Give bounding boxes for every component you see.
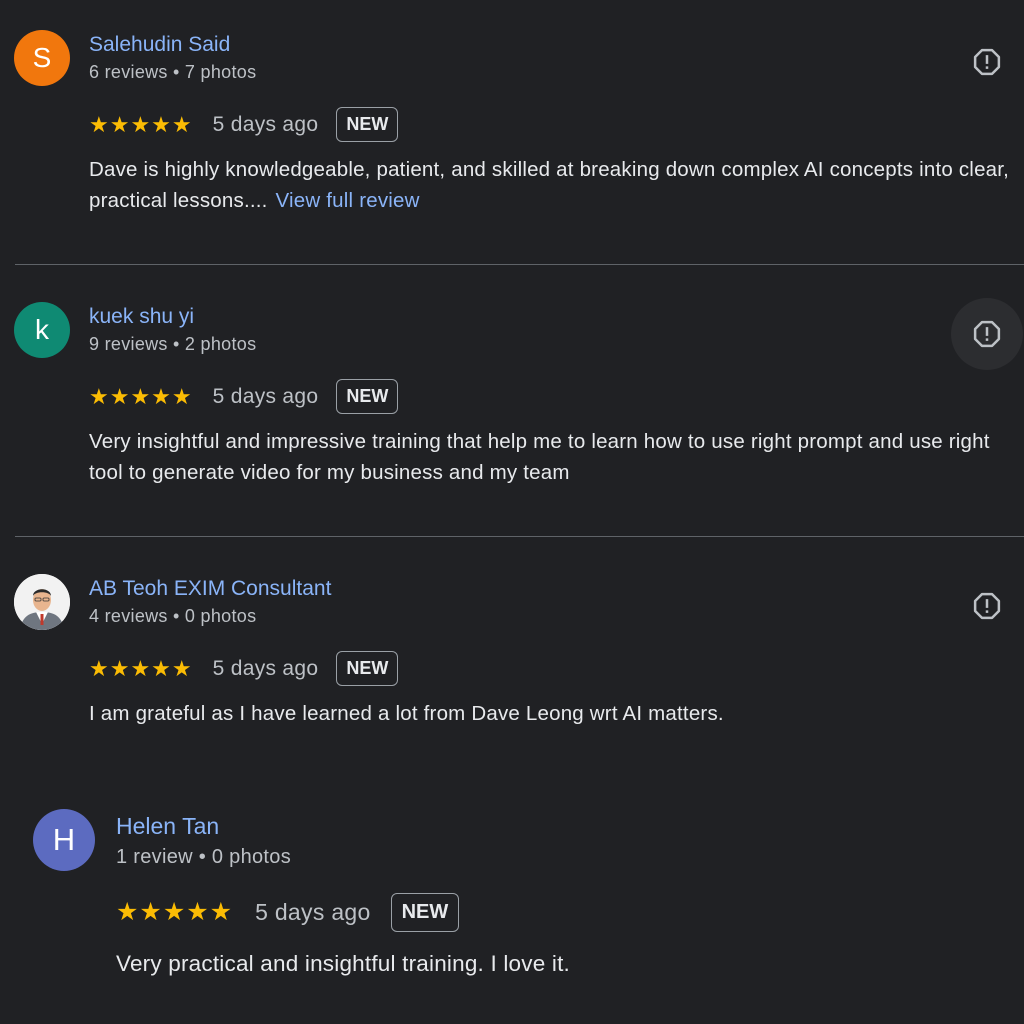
- review-card: H Helen Tan 1 review • 0 photos ★★★★★ 5 …: [0, 777, 1024, 1024]
- reviewer-meta: 4 reviews • 0 photos: [89, 606, 257, 626]
- report-icon: [973, 48, 1001, 76]
- reviewer-name[interactable]: Salehudin Said: [89, 33, 230, 57]
- review-text: Very insightful and impressive training …: [89, 430, 990, 484]
- avatar-letter: S: [32, 42, 52, 73]
- star-rating: ★★★★★: [89, 383, 193, 409]
- review-card: k kuek shu yi 9 reviews • 2 photos ★★★★★…: [0, 265, 1024, 536]
- reviewer-name[interactable]: AB Teoh EXIM Consultant: [89, 577, 331, 601]
- review-time: 5 days ago: [212, 112, 319, 136]
- star-rating: ★★★★★: [116, 898, 234, 926]
- report-icon: [973, 592, 1001, 620]
- review-text: I am grateful as I have learned a lot fr…: [89, 702, 724, 725]
- report-button[interactable]: [951, 26, 1023, 98]
- avatar[interactable]: S: [14, 30, 70, 86]
- rating-row: ★★★★★ 5 days ago NEW: [89, 107, 399, 142]
- review-text: Dave is highly knowledgeable, patient, a…: [89, 158, 1010, 212]
- review-card: S Salehudin Said 6 reviews • 7 photos ★★…: [0, 0, 1024, 264]
- reviewer-meta: 1 review • 0 photos: [116, 846, 292, 868]
- reviewer-name[interactable]: Helen Tan: [116, 813, 219, 840]
- report-button[interactable]: [951, 570, 1023, 642]
- avatar[interactable]: [14, 574, 70, 630]
- avatar[interactable]: H: [33, 809, 95, 871]
- review-time: 5 days ago: [255, 899, 371, 925]
- reviewer-meta: 6 reviews • 7 photos: [89, 62, 257, 82]
- view-full-review-link[interactable]: View full review: [276, 189, 420, 212]
- new-badge: NEW: [336, 107, 399, 142]
- reviewer-meta: 9 reviews • 2 photos: [89, 334, 257, 354]
- review-card: AB Teoh EXIM Consultant 4 reviews • 0 ph…: [0, 537, 1024, 777]
- new-badge: NEW: [390, 893, 460, 932]
- star-rating: ★★★★★: [89, 655, 193, 681]
- new-badge: NEW: [336, 379, 399, 414]
- review-text-block: Dave is highly knowledgeable, patient, a…: [89, 154, 1019, 216]
- rating-row: ★★★★★ 5 days ago NEW: [89, 379, 399, 414]
- avatar[interactable]: k: [14, 302, 70, 358]
- report-button[interactable]: [951, 298, 1023, 370]
- review-time: 5 days ago: [212, 384, 319, 408]
- review-text: Very practical and insightful training. …: [116, 951, 570, 976]
- report-icon: [973, 320, 1001, 348]
- profile-photo: [14, 574, 70, 630]
- star-rating: ★★★★★: [89, 111, 193, 137]
- rating-row: ★★★★★ 5 days ago NEW: [89, 651, 399, 686]
- reviewer-name[interactable]: kuek shu yi: [89, 305, 194, 329]
- rating-row: ★★★★★ 5 days ago NEW: [116, 893, 460, 932]
- avatar-letter: k: [35, 314, 49, 345]
- review-time: 5 days ago: [212, 656, 319, 680]
- new-badge: NEW: [336, 651, 399, 686]
- avatar-letter: H: [52, 822, 76, 857]
